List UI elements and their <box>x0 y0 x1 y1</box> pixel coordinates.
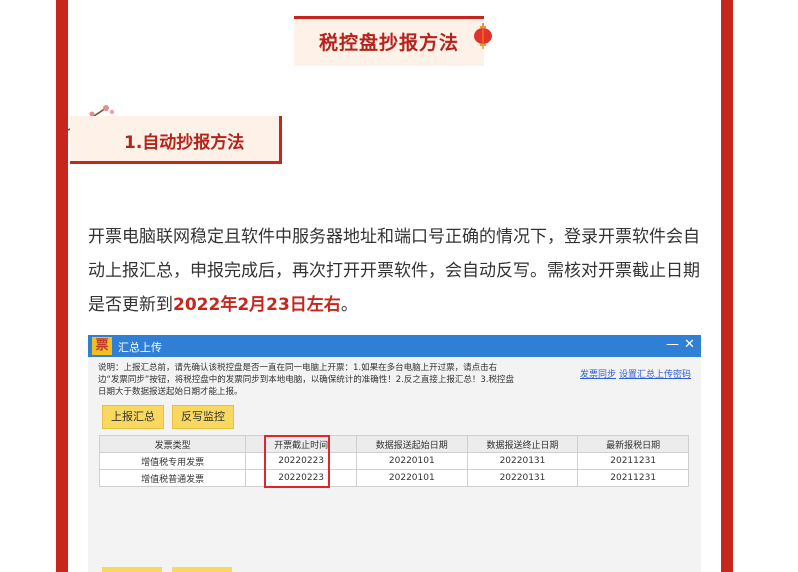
section-banner: 1.自动抄报方法 <box>70 116 282 164</box>
table-cell: 增值税专用发票 <box>98 452 247 470</box>
table-cell: 20220101 <box>355 469 468 487</box>
ticket-logo-icon: 票 <box>92 337 112 355</box>
title-topline <box>294 16 484 19</box>
writeback-monitor-button[interactable]: 反写监控 <box>172 405 234 429</box>
instruction-paragraph: 开票电脑联网稳定且软件中服务器地址和端口号正确的情况下，登录开票软件会自动上报汇… <box>88 220 708 322</box>
left-red-border <box>56 0 68 572</box>
bottom-button-right[interactable] <box>172 567 232 572</box>
col-header: 数据报送起始日期 <box>355 435 468 453</box>
table-row[interactable]: 增值税普通发票 20220223 20220101 20220131 20211… <box>98 469 689 487</box>
right-red-border <box>721 0 733 572</box>
invoice-table: 发票类型 开票截止时间 数据报送起始日期 数据报送终止日期 最新报税日期 增值税… <box>98 435 689 487</box>
window-title: 汇总上传 <box>118 341 162 354</box>
close-button[interactable]: ✕ <box>684 337 695 352</box>
bottom-button-left[interactable] <box>102 567 162 572</box>
table-cell: 20220101 <box>355 452 468 470</box>
table-cell: 20220131 <box>466 469 579 487</box>
highlight-date: 2022年2月23日左右 <box>173 295 341 315</box>
table-cell: 增值税普通发票 <box>98 469 247 487</box>
col-header: 数据报送终止日期 <box>466 435 579 453</box>
paragraph-end: 。 <box>340 295 358 315</box>
section-heading: 1.自动抄报方法 <box>124 133 245 153</box>
upload-window: 票 汇总上传 — ✕ 说明：上报汇总前，请先确认该税控盘是否一直在同一电脑上开票… <box>88 335 701 572</box>
highlight-box <box>264 435 330 488</box>
table-header-row: 发票类型 开票截止时间 数据报送起始日期 数据报送终止日期 最新报税日期 <box>98 435 689 453</box>
table-cell: 20211231 <box>577 452 689 470</box>
page-title: 税控盘抄报方法 <box>318 32 459 54</box>
section-bottom-line <box>70 161 282 164</box>
table-row[interactable]: 增值税专用发票 20220223 20220101 20220131 20211… <box>98 452 689 470</box>
col-header: 发票类型 <box>98 435 247 453</box>
col-header: 最新报税日期 <box>577 435 689 453</box>
window-titlebar: 票 汇总上传 — ✕ <box>88 335 701 357</box>
section-right-line <box>279 116 282 164</box>
window-description: 说明：上报汇总前，请先确认该税控盘是否一直在同一电脑上开票：1.如果在多台电脑上… <box>98 363 515 397</box>
table-cell: 20220131 <box>466 452 579 470</box>
report-summary-button[interactable]: 上报汇总 <box>102 405 164 429</box>
minimize-button[interactable]: — <box>666 337 679 352</box>
invoice-sync-link[interactable]: 发票同步 <box>580 367 616 380</box>
lantern-icon <box>474 23 492 49</box>
table-cell: 20211231 <box>577 469 689 487</box>
set-password-link[interactable]: 设置汇总上传密码 <box>619 367 691 380</box>
title-banner: 税控盘抄报方法 <box>294 16 484 66</box>
